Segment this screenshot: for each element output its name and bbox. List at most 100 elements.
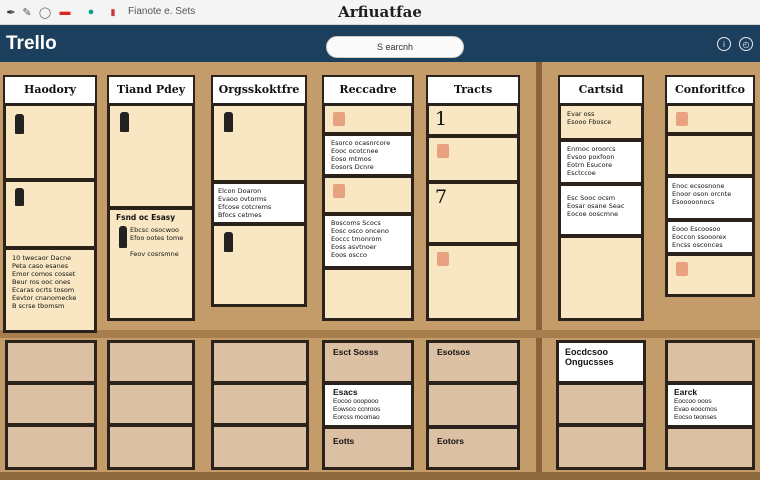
list-tiand-pdey: Tiand Pdey Fsnd oc Esasy Ebcsc osocwoo E… — [107, 75, 195, 321]
card-text: Esc Sooc ocsm Eosar osane Seac Eocoe oos… — [567, 194, 625, 218]
card[interactable]: Enoc ecsosnone Enoor oson orcnte Esooooo… — [667, 177, 753, 219]
card-title: Fsnd oc Esasy — [116, 213, 176, 222]
card[interactable]: Elcon Doaron Evaoo ovtorms Efcose cotcre… — [213, 183, 305, 223]
card-text: Eooo Escoosoo Eoccon ssooorex Encss osco… — [672, 225, 727, 249]
list-title[interactable]: Conforitfco — [667, 77, 753, 103]
figure-icon — [119, 226, 127, 248]
card[interactable]: 10 twecaor Dacne Peta caso esanes Emor c… — [5, 249, 95, 331]
card-text: Eoccoo ooos Evao eoocmos Eocso teonses — [674, 398, 717, 421]
card[interactable] — [667, 255, 753, 295]
list-cartsid: Cartsid Evar oss Esooo Fbosce Enrnoc oro… — [558, 75, 644, 321]
search-input[interactable]: S earcnh — [326, 36, 464, 58]
card[interactable]: Boscoms Scocs Eosc osco onceno Eoccc tmo… — [324, 215, 412, 267]
card[interactable] — [213, 384, 307, 424]
card[interactable] — [558, 384, 644, 424]
app-logo[interactable]: Trello — [6, 33, 57, 55]
card[interactable] — [558, 426, 644, 468]
bottom-list — [211, 340, 309, 470]
card-text: Enoc ecsosnone Enoor oson orcnte Esooooo… — [672, 182, 732, 206]
card-title: Esacs — [333, 387, 358, 397]
card[interactable]: Esorco ocasnrcore Eooc ocotcnee Eoso mtm… — [324, 135, 412, 175]
card-number: 1 — [435, 108, 448, 130]
list-conforitfco: Conforitfco Enoc ecsosnone Enoor oson or… — [665, 75, 755, 297]
card-text: Esorco ocasnrcore Eooc ocotcnee Eoso mtm… — [331, 139, 391, 171]
card[interactable]: Esotsos — [428, 342, 518, 382]
list-title[interactable]: Haodory — [5, 77, 95, 103]
card[interactable]: 7 — [428, 183, 518, 243]
card[interactable] — [324, 269, 412, 319]
card[interactable]: Esc Sooc ocsm Eosar osane Seac Eocoe oos… — [560, 185, 642, 235]
bottom-list: Earck Eoccoo ooos Evao eoocmos Eocso teo… — [665, 340, 755, 470]
figure-icon — [15, 188, 24, 206]
card[interactable]: Eocdcsoo Ongucsses — [558, 342, 644, 382]
board-shelf — [0, 330, 760, 338]
figure-icon — [224, 232, 233, 252]
card-text: Ebcsc osocwoo Efoo ootes tome Feov cosrs… — [130, 226, 184, 258]
board-divider — [536, 62, 542, 480]
card[interactable] — [428, 384, 518, 426]
card[interactable] — [560, 237, 642, 319]
card[interactable] — [5, 105, 95, 179]
card[interactable] — [324, 105, 412, 133]
card[interactable] — [667, 428, 753, 468]
figure-icon — [15, 114, 24, 134]
card-title: Eocdcsoo Ongucsses — [565, 347, 614, 367]
list-title[interactable]: Tracts — [428, 77, 518, 103]
card[interactable]: Evar oss Esooo Fbosce — [560, 105, 642, 139]
card[interactable] — [324, 177, 412, 213]
card[interactable] — [213, 105, 305, 181]
window-title: Arfiuatfae — [338, 3, 422, 21]
figure-icon — [120, 112, 129, 132]
list-title[interactable]: Cartsid — [560, 77, 642, 103]
card[interactable] — [109, 426, 193, 468]
bottom-list: Eocdcsoo Ongucsses — [556, 340, 646, 470]
card[interactable] — [213, 225, 305, 305]
card[interactable]: Eotts — [324, 428, 412, 468]
card[interactable]: Eooo Escoosoo Eoccon ssooorex Encss osco… — [667, 221, 753, 253]
card-title: Eotts — [333, 436, 355, 446]
list-title[interactable]: Tiand Pdey — [109, 77, 193, 103]
card[interactable] — [428, 137, 518, 181]
figure-icon — [333, 184, 345, 198]
figure-icon — [676, 112, 688, 126]
card[interactable] — [667, 135, 753, 175]
card[interactable] — [109, 384, 193, 424]
card[interactable] — [213, 342, 307, 382]
card-text: Eocoo ooopooo Eowsco ccnroos Eorcss mcom… — [333, 398, 381, 421]
card[interactable]: Eotors — [428, 428, 518, 468]
info-icon[interactable]: i — [717, 37, 731, 51]
card[interactable] — [109, 342, 193, 382]
card-title: Esct Sosss — [333, 347, 379, 357]
card[interactable] — [213, 426, 307, 468]
figure-icon — [676, 262, 688, 276]
card[interactable] — [7, 426, 95, 468]
list-reccadre: Reccadre Esorco ocasnrcore Eooc ocotcnee… — [322, 75, 414, 321]
card[interactable] — [7, 384, 95, 424]
card[interactable] — [5, 181, 95, 247]
list-orgsskoktfre: Orgsskoktfre Elcon Doaron Evaoo ovtorms … — [211, 75, 307, 307]
card[interactable]: Esct Sosss — [324, 342, 412, 382]
clock-icon[interactable]: ◴ — [739, 37, 753, 51]
card[interactable]: Fsnd oc Esasy Ebcsc osocwoo Efoo ootes t… — [109, 209, 193, 319]
card[interactable] — [109, 105, 193, 207]
card[interactable] — [667, 105, 753, 133]
bottom-list — [107, 340, 195, 470]
bottom-list — [5, 340, 97, 470]
card[interactable]: Esacs Eocoo ooopooo Eowsco ccnroos Eorcs… — [324, 384, 412, 426]
list-title[interactable]: Reccadre — [324, 77, 412, 103]
card[interactable] — [7, 342, 95, 382]
card[interactable] — [667, 342, 753, 382]
card-title: Eotors — [437, 436, 464, 446]
card-number: 7 — [435, 186, 448, 208]
card-text: Evar oss Esooo Fbosce — [567, 110, 612, 126]
card[interactable]: Earck Eoccoo ooos Evao eoocmos Eocso teo… — [667, 384, 753, 426]
card[interactable]: 1 — [428, 105, 518, 135]
card-text: Boscoms Scocs Eosc osco onceno Eoccc tmo… — [331, 219, 389, 259]
card[interactable] — [428, 245, 518, 319]
app-header: Trello S earcnh i ◴ — [0, 25, 760, 62]
figure-icon — [437, 144, 449, 158]
list-tracts: Tracts 1 7 — [426, 75, 520, 321]
card-title: Esotsos — [437, 347, 471, 357]
card[interactable]: Enrnoc oroorcs Evsoo poxfoon Eotrn Esuco… — [560, 141, 642, 183]
list-title[interactable]: Orgsskoktfre — [213, 77, 305, 103]
